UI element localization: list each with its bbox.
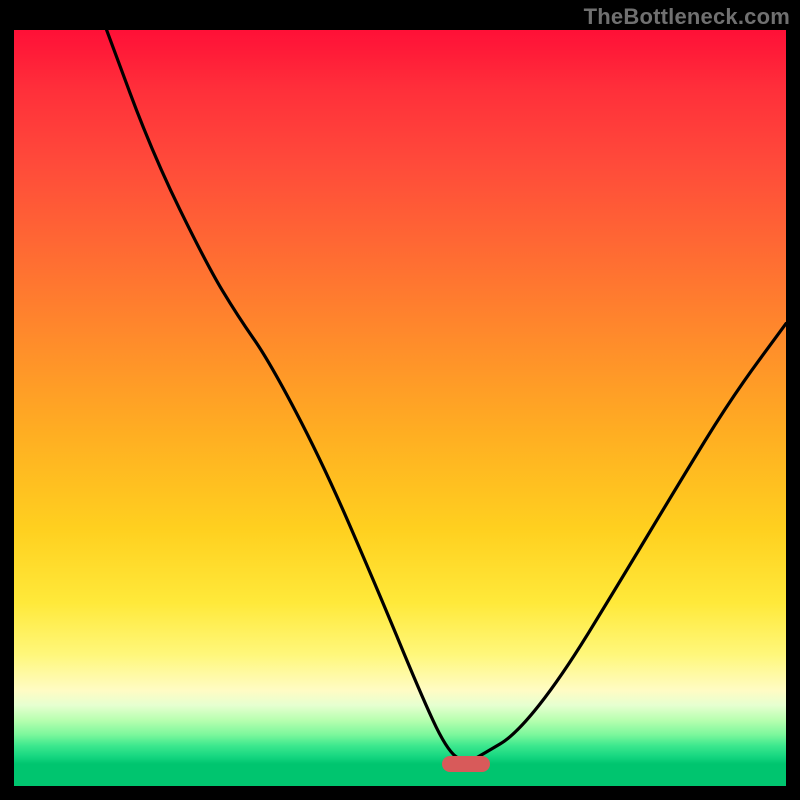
chart-plot-area bbox=[14, 30, 786, 786]
stage: TheBottleneck.com bbox=[0, 0, 800, 800]
watermark-text: TheBottleneck.com bbox=[584, 4, 790, 30]
bottleneck-curve-path bbox=[107, 30, 786, 761]
bottleneck-curve bbox=[14, 30, 786, 786]
optimal-marker-pill bbox=[442, 756, 490, 772]
